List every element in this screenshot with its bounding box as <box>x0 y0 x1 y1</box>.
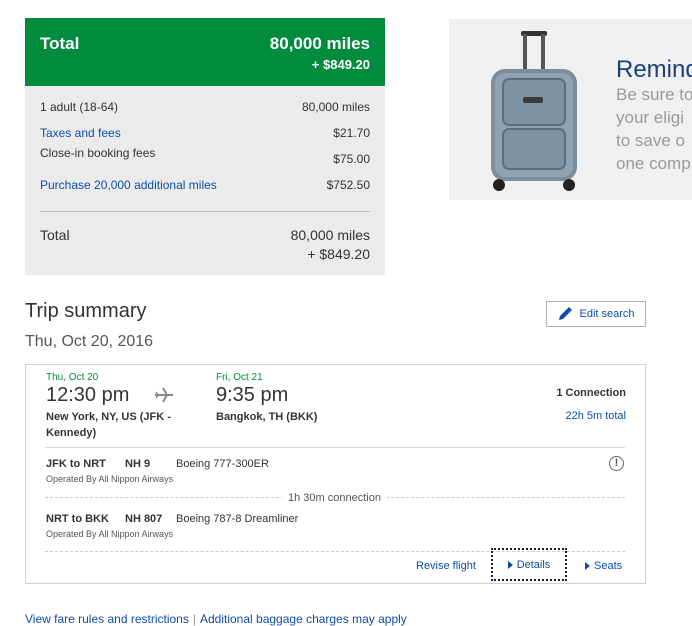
total-label: Total <box>40 227 70 243</box>
taxes-and-fees-link[interactable]: Taxes and fees <box>40 126 121 140</box>
departure-city: New York, NY, US (JFK - <box>46 411 171 423</box>
edit-search-button[interactable]: Edit search <box>546 301 646 327</box>
segment-aircraft: Boeing 777-300ER <box>176 458 269 470</box>
price-header: Total 80,000 miles + $849.20 <box>25 18 385 86</box>
trip-summary-heading: Trip summary <box>25 300 147 322</box>
segment-operator: Operated By All Nippon Airways <box>46 474 174 484</box>
pencil-icon <box>559 307 573 320</box>
price-header-miles: 80,000 miles <box>269 34 370 53</box>
details-label: Details <box>516 558 551 571</box>
connection-count: 1 Connection <box>556 387 626 399</box>
segment-route: NRT to BKK <box>46 513 109 525</box>
fare-row-label: 1 adult (18-64) <box>40 100 119 114</box>
arrival-city: Bangkok, TH (BKK) <box>216 411 318 423</box>
promo-line: Be sure to <box>616 85 692 104</box>
seats-link[interactable]: Seats <box>585 560 622 572</box>
segment-route: JFK to NRT <box>46 458 106 470</box>
price-header-cash: + $849.20 <box>311 57 370 72</box>
arrival-time: 9:35 pm <box>216 384 289 406</box>
taxes-value: $21.70 <box>333 126 370 140</box>
segment-flight-number: NH 807 <box>125 513 163 525</box>
plane-icon <box>155 387 173 403</box>
departure-date: Thu, Oct 20 <box>46 372 99 383</box>
price-header-label: Total <box>40 34 80 53</box>
total-miles: 80,000 miles <box>290 227 370 243</box>
info-icon[interactable]: ! <box>609 456 624 471</box>
footer-links: View fare rules and restrictions | Additio… <box>25 612 407 626</box>
connection-duration: 1h 30m connection <box>282 492 387 504</box>
suitcase-image <box>491 31 577 191</box>
arrival-date: Fri, Oct 21 <box>216 372 263 383</box>
caret-right-icon <box>507 560 513 569</box>
segment-operator: Operated By All Nippon Airways <box>46 529 174 539</box>
promo-banner[interactable]: Remind Be sure to your eligi to save o o… <box>449 19 692 200</box>
link-divider: | <box>192 612 196 626</box>
departure-city-line2: Kennedy) <box>46 427 97 439</box>
departure-time: 12:30 pm <box>46 384 130 406</box>
fare-rules-link[interactable]: View fare rules and restrictions <box>25 612 189 626</box>
segment-aircraft: Boeing 787-8 Dreamliner <box>176 513 299 525</box>
total-cash: + $849.20 <box>307 246 370 262</box>
segment-flight-number: NH 9 <box>125 458 151 470</box>
edit-search-label: Edit search <box>579 308 635 320</box>
close-in-fee-label: Close-in booking fees <box>40 146 156 160</box>
card-divider <box>45 447 625 448</box>
promo-line: your eligi <box>616 108 685 127</box>
caret-right-icon <box>585 562 590 570</box>
purchase-miles-value: $752.50 <box>326 178 370 192</box>
seats-label: Seats <box>594 560 623 572</box>
purchase-miles-link[interactable]: Purchase 20,000 additional miles <box>40 178 217 192</box>
promo-line: to save o <box>616 131 685 150</box>
price-divider <box>40 211 370 212</box>
fare-row-value: 80,000 miles <box>301 100 370 114</box>
trip-date: Thu, Oct 20, 2016 <box>25 333 154 350</box>
promo-line: one comp <box>616 154 691 173</box>
details-button[interactable]: Details <box>491 548 567 581</box>
baggage-charges-link[interactable]: Additional baggage charges may apply <box>200 612 407 626</box>
revise-flight-link[interactable]: Revise flight <box>416 560 476 572</box>
close-in-fee-value: $75.00 <box>333 152 370 166</box>
total-duration: 22h 5m total <box>565 410 626 422</box>
promo-title: Remind <box>616 56 692 83</box>
